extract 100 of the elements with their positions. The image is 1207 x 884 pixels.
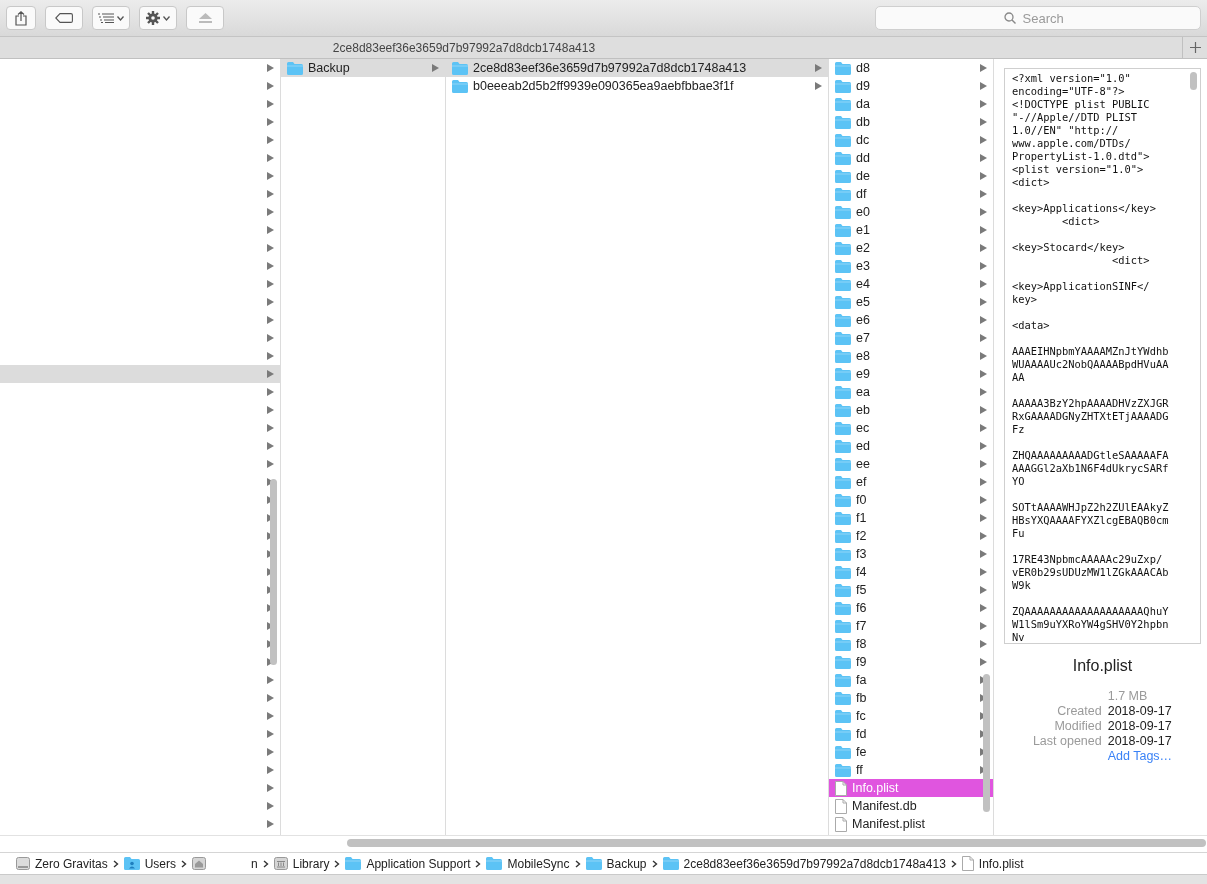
action-menu-button[interactable] [139,6,177,30]
file-row[interactable]: fc [829,707,993,725]
folder-icon [835,655,851,669]
folder-icon [835,331,851,345]
file-row[interactable]: ee [829,455,993,473]
file-row[interactable]: e3 [829,257,993,275]
file-row[interactable]: f7 [829,617,993,635]
file-row[interactable]: Manifest.db [829,797,993,815]
share-button[interactable] [6,6,36,30]
path-item[interactable]: Info.plist [961,856,1024,871]
disclosure-triangle-icon [980,442,987,450]
disclosure-triangle-icon [432,64,439,72]
chevron-icon [334,859,341,868]
file-row[interactable]: e5 [829,293,993,311]
path-item[interactable]: Library [273,856,330,871]
file-row[interactable]: fb [829,689,993,707]
detail-label: Last opened [1031,734,1102,748]
disclosure-triangle-icon [980,658,987,666]
file-row[interactable]: f8 [829,635,993,653]
file-row[interactable]: db [829,113,993,131]
file-row[interactable]: e7 [829,329,993,347]
list-row[interactable] [0,365,280,383]
file-row[interactable]: f5 [829,581,993,599]
disclosure-triangle-icon [980,640,987,648]
path-item[interactable]: n [192,856,258,871]
file-row[interactable]: e0 [829,203,993,221]
file-row[interactable]: f9 [829,653,993,671]
disclosure-triangle-icon [980,550,987,558]
file-row[interactable]: e1 [829,221,993,239]
document-icon [835,816,847,832]
file-row[interactable]: f0 [829,491,993,509]
file-row[interactable]: f4 [829,563,993,581]
scrollbar-thumb[interactable] [270,479,277,665]
disclosure-triangle-icon [267,352,274,360]
scrollbar-thumb[interactable] [983,674,990,812]
file-row[interactable]: eb [829,401,993,419]
file-row[interactable]: dc [829,131,993,149]
file-row[interactable]: df [829,185,993,203]
folder-icon [835,529,851,543]
disclosure-triangle-icon [267,730,274,738]
path-item[interactable]: Zero Gravitas [16,856,108,871]
disclosure-triangle-icon [267,172,274,180]
folder-icon [835,673,851,687]
search-input[interactable]: Search [1020,9,1073,27]
file-row[interactable]: e9 [829,365,993,383]
disclosure-triangle-icon [980,514,987,522]
disclosure-triangle-icon [267,802,274,810]
file-row[interactable]: f1 [829,509,993,527]
file-row[interactable]: e2 [829,239,993,257]
file-row[interactable]: fe [829,743,993,761]
file-row[interactable]: da [829,95,993,113]
folder-icon [835,583,851,597]
file-row[interactable]: ed [829,437,993,455]
disclosure-triangle-icon [980,82,987,90]
folder-icon [835,727,851,741]
path-item[interactable]: MobileSync [486,856,570,871]
file-row[interactable]: b0eeeab2d5b2ff9939e090365ea9aebfbbae3f1f [446,77,828,95]
path-item[interactable]: Application Support [345,856,471,871]
disclosure-triangle-icon [267,748,274,756]
file-row[interactable]: ff [829,761,993,779]
folder-icon [835,691,851,705]
path-item[interactable]: 2ce8d83eef36e3659d7b97992a7d8dcb1748a413 [662,856,946,871]
path-item[interactable]: Backup [585,856,647,871]
file-row[interactable]: e4 [829,275,993,293]
file-row[interactable]: e8 [829,347,993,365]
disclosure-triangle-icon [267,136,274,144]
folder-icon [662,857,679,870]
file-row[interactable]: dd [829,149,993,167]
folder-icon [835,493,851,507]
file-row[interactable]: fa [829,671,993,689]
file-row[interactable]: f2 [829,527,993,545]
tag-button[interactable] [45,6,83,30]
folder-icon [835,403,851,417]
disclosure-triangle-icon [980,532,987,540]
disclosure-triangle-icon [980,586,987,594]
file-row[interactable]: ec [829,419,993,437]
folder-icon [835,619,851,633]
view-options-button[interactable] [92,6,130,30]
file-row[interactable]: Manifest.plist [829,815,993,833]
scrollbar-thumb[interactable] [1190,72,1197,90]
disclosure-triangle-icon [267,460,274,468]
file-row[interactable]: f6 [829,599,993,617]
file-row[interactable]: d9 [829,77,993,95]
file-row[interactable]: fd [829,725,993,743]
file-row[interactable]: de [829,167,993,185]
search-field[interactable]: Search [875,6,1201,30]
file-row[interactable]: d8 [829,59,993,77]
file-row[interactable]: 2ce8d83eef36e3659d7b97992a7d8dcb1748a413 [446,59,828,77]
file-row[interactable]: ef [829,473,993,491]
disclosure-triangle-icon [980,478,987,486]
file-row[interactable]: Backup [281,59,445,77]
document-icon [835,780,847,796]
file-row[interactable]: f3 [829,545,993,563]
disclosure-triangle-icon [267,298,274,306]
eject-button[interactable] [186,6,224,30]
scrollbar-thumb[interactable] [347,839,1206,847]
file-row[interactable]: e6 [829,311,993,329]
path-item[interactable]: Users [123,856,177,871]
add-tags-link[interactable]: Add Tags… [1107,749,1193,763]
file-row[interactable]: ea [829,383,993,401]
